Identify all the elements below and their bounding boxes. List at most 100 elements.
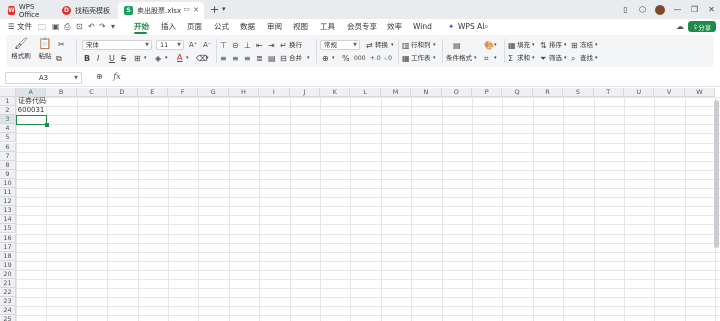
column-header-c[interactable]: C xyxy=(76,88,108,97)
wps-ai-icon[interactable]: ✦ xyxy=(448,21,454,32)
menu-tools[interactable]: 工具 xyxy=(320,21,335,32)
filter-icon[interactable]: ⏷ xyxy=(540,54,546,63)
chevron-down-icon[interactable]: ▾ xyxy=(532,41,535,50)
fill-icon[interactable]: ▦ xyxy=(508,41,516,50)
row-header-22[interactable]: 22 xyxy=(0,288,16,298)
menu-formula[interactable]: 公式 xyxy=(214,21,229,32)
find-icon[interactable]: ⌕ xyxy=(571,54,575,63)
bold-button[interactable]: B xyxy=(84,54,90,63)
column-header-w[interactable]: W xyxy=(684,88,716,97)
new-tab-icon[interactable]: + xyxy=(210,3,219,16)
column-header-j[interactable]: J xyxy=(289,88,320,97)
convert-icon[interactable]: ⇄ xyxy=(366,41,373,50)
row-header-2[interactable]: 2 xyxy=(0,106,16,116)
chevron-down-icon[interactable]: ▾ xyxy=(391,41,394,50)
row-header-11[interactable]: 11 xyxy=(0,188,16,198)
italic-button[interactable]: I xyxy=(97,54,99,63)
row-header-19[interactable]: 19 xyxy=(0,260,16,270)
zoom-icon[interactable]: ⊕ xyxy=(96,72,103,81)
row-header-23[interactable]: 23 xyxy=(0,297,16,307)
share-button[interactable]: ⇪ 分享 xyxy=(688,21,716,32)
menu-file[interactable]: 文件 xyxy=(17,21,32,32)
row-header-9[interactable]: 9 xyxy=(0,169,16,179)
row-header-14[interactable]: 14 xyxy=(0,215,16,225)
avatar[interactable] xyxy=(655,4,665,15)
chevron-down-icon[interactable]: ▾ xyxy=(222,5,226,13)
find-button[interactable]: 查找 xyxy=(580,54,593,63)
format-painter-button[interactable]: 🖌 格式刷 xyxy=(10,38,32,61)
sort-icon[interactable]: ⇅ xyxy=(540,41,547,50)
menu-wps-ai[interactable]: WPS AI xyxy=(458,21,484,32)
table-style-icon[interactable]: 🎨 xyxy=(484,41,494,50)
column-header-l[interactable]: L xyxy=(350,88,381,97)
align-right-icon[interactable]: ≡ xyxy=(244,54,251,63)
formula-input[interactable] xyxy=(125,72,713,84)
chevron-down-icon[interactable]: ▾ xyxy=(474,54,477,63)
chevron-down-icon[interactable]: ▾ xyxy=(186,54,189,63)
column-header-g[interactable]: G xyxy=(198,88,229,97)
row-header-3[interactable]: 3 xyxy=(0,115,16,125)
row-header-21[interactable]: 21 xyxy=(0,279,16,289)
worksheet-button[interactable]: 工作表 xyxy=(411,54,431,63)
hamburger-icon[interactable]: ☰ xyxy=(8,21,15,32)
spreadsheet-grid[interactable]: A B C D E F G H I J K L M N O P Q R S T U V W 1 2 3 4 5 6 7 8 9 10 11 12 13… xyxy=(0,88,720,321)
column-header-q[interactable]: Q xyxy=(502,88,533,97)
column-header-v[interactable]: V xyxy=(654,88,685,97)
row-col-button[interactable]: 行和列 xyxy=(411,41,431,50)
search-icon[interactable]: ⌕ xyxy=(484,22,488,32)
chevron-down-icon[interactable]: ▾ xyxy=(494,41,497,50)
chevron-down-icon[interactable]: ▾ xyxy=(595,54,598,63)
column-header-b[interactable]: B xyxy=(46,88,77,97)
align-justify-icon[interactable]: ≣ xyxy=(256,54,263,63)
align-bottom-icon[interactable]: ⊥ xyxy=(244,41,251,50)
merge-button[interactable]: 合并 xyxy=(289,54,302,63)
close-window-icon[interactable]: ✕ xyxy=(703,5,720,14)
chevron-down-icon[interactable]: ▾ xyxy=(595,41,598,50)
row-header-17[interactable]: 17 xyxy=(0,242,16,252)
chevron-down-icon[interactable]: ▾ xyxy=(165,54,168,63)
fill-color-icon[interactable]: ◈ xyxy=(155,54,161,63)
column-header-s[interactable]: S xyxy=(563,88,594,97)
minimize-icon[interactable]: — xyxy=(669,5,686,14)
menu-insert[interactable]: 插入 xyxy=(161,21,176,32)
strikethrough-button[interactable]: S xyxy=(121,54,126,63)
column-header-m[interactable]: M xyxy=(380,88,412,97)
row-header-7[interactable]: 7 xyxy=(0,151,16,161)
convert-button[interactable]: 转换 xyxy=(375,41,388,50)
column-header-p[interactable]: P xyxy=(472,88,503,97)
font-color-button[interactable]: A xyxy=(177,53,182,62)
row-header-4[interactable]: 4 xyxy=(0,124,16,134)
merge-icon[interactable]: ⊟ xyxy=(280,54,287,63)
menu-data[interactable]: 数据 xyxy=(240,21,255,32)
restore-icon[interactable]: ❐ xyxy=(686,5,703,14)
menu-efficiency[interactable]: 效率 xyxy=(387,21,402,32)
chevron-down-icon[interactable]: ▾ xyxy=(332,54,335,63)
preview-icon[interactable]: ⊡ xyxy=(76,22,83,31)
indent-increase-icon[interactable]: ⇥ xyxy=(268,41,275,50)
freeze-button[interactable]: 冻结 xyxy=(580,41,593,50)
currency-icon[interactable]: ⊕ xyxy=(322,54,329,63)
fill-button[interactable]: 填充 xyxy=(517,41,530,50)
function-icon[interactable]: fx xyxy=(113,72,120,81)
column-header-d[interactable]: D xyxy=(107,88,138,97)
chevron-down-icon[interactable]: ▾ xyxy=(433,54,436,63)
column-header-u[interactable]: U xyxy=(624,88,655,97)
save-icon[interactable]: ▣ xyxy=(52,22,60,31)
font-name-select[interactable]: 宋体 ▼ xyxy=(82,40,152,50)
row-header-15[interactable]: 15 xyxy=(0,224,16,234)
align-center-icon[interactable]: ≡ xyxy=(232,54,239,63)
column-header-o[interactable]: O xyxy=(441,88,472,97)
freeze-icon[interactable]: ⊞ xyxy=(571,41,578,50)
chevron-down-icon[interactable]: ▾ xyxy=(433,41,436,50)
chevron-down-icon[interactable]: ▾ xyxy=(144,54,147,63)
name-box[interactable]: A3 ▼ xyxy=(5,72,82,84)
vertical-scrollbar[interactable] xyxy=(714,100,719,248)
row-header-10[interactable]: 10 xyxy=(0,178,16,188)
menu-wind[interactable]: Wind xyxy=(413,21,432,32)
column-header-k[interactable]: K xyxy=(320,88,351,97)
cell-a1[interactable]: 证券代码 xyxy=(18,97,46,106)
cut-icon[interactable]: ✂ xyxy=(58,40,65,49)
conditional-format-button[interactable]: 条件格式 xyxy=(446,54,472,63)
sum-icon[interactable]: Σ xyxy=(508,54,513,63)
row-header-1[interactable]: 1 xyxy=(0,97,16,107)
